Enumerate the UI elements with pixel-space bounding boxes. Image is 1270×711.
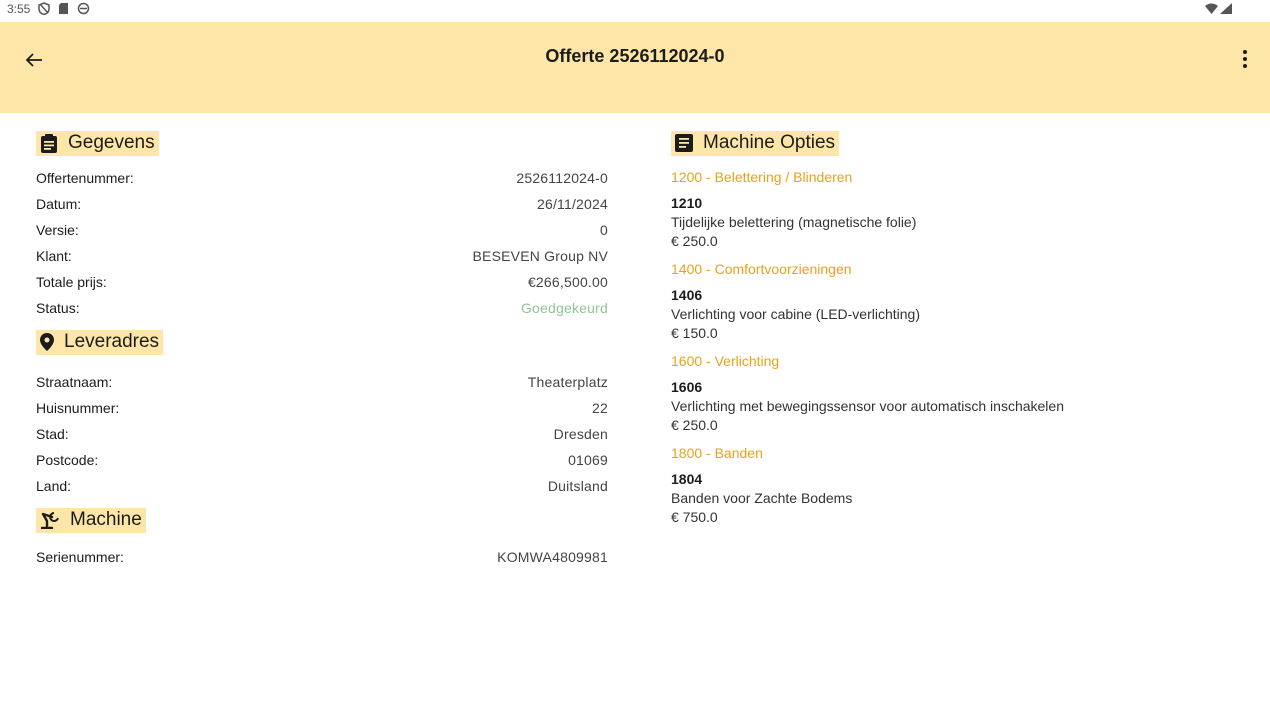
page-title: Offerte 2526112024-0 (545, 46, 725, 66)
field-label: Klant: (36, 247, 72, 264)
status-value: Goedgekeurd (520, 299, 608, 316)
option-group: 1600 - Verlichting 1606 Verlichting met … (671, 353, 1251, 433)
field-value: Duitsland (547, 477, 608, 494)
option-group-title: 1400 - Comfortvoorzieningen (671, 261, 852, 277)
option-code: 1406 (671, 287, 703, 303)
field-label: Straatnaam: (36, 373, 113, 390)
location-pin-icon (40, 332, 54, 351)
field-value: 2526112024-0 (516, 169, 608, 186)
sd-card-icon (59, 3, 68, 14)
field-row: Postcode: 01069 (36, 447, 608, 473)
field-value: 01069 (568, 451, 608, 468)
option-price: € 250.0 (671, 417, 718, 433)
sync-icon (77, 2, 90, 15)
option-code: 1804 (671, 471, 703, 487)
field-row: Straatnaam: Theaterplatz (36, 369, 608, 395)
field-row: Versie: 0 (36, 217, 608, 243)
field-value: 26/11/2024 (536, 195, 608, 212)
field-value: BESEVEN Group NV (472, 247, 608, 264)
field-row: Klant: BESEVEN Group NV (36, 243, 608, 269)
gegevens-heading: Gegevens (36, 131, 159, 156)
leveradres-title: Leveradres (64, 330, 160, 352)
option-group: 1400 - Comfortvoorzieningen 1406 Verlich… (671, 261, 1251, 341)
option-group-title: 1200 - Belettering / Blinderen (671, 169, 853, 185)
field-label: Status: (36, 299, 80, 316)
field-value: KOMWA4809981 (497, 548, 608, 565)
signal-icon (1220, 3, 1232, 14)
machine-opties-heading: Machine Opties (671, 131, 840, 156)
option-description: Verlichting met bewegingssensor voor aut… (671, 398, 1064, 414)
option-price: € 750.0 (671, 509, 718, 525)
field-value: 0 (600, 221, 608, 238)
status-time: 3:55 (7, 2, 31, 16)
field-row: Serienummer: KOMWA4809981 (36, 544, 608, 570)
options-column: Machine Opties 1200 - Belettering / Blin… (671, 113, 1251, 649)
leveradres-section: Leveradres Straatnaam: Theaterplatz Huisn… (36, 329, 608, 499)
status-icons-left (38, 2, 90, 15)
status-icons-right (1205, 3, 1232, 14)
document-icon (675, 134, 693, 152)
gegevens-section: Gegevens Offertenummer: 2526112024-0 Datu… (36, 131, 608, 321)
status-bar: 3:55 (0, 0, 1270, 22)
machine-heading: Machine (36, 507, 146, 533)
field-label: Datum: (36, 195, 82, 212)
field-row: Land: Duitsland (36, 473, 608, 499)
field-label: Serienummer: (36, 548, 124, 565)
field-row: Offertenummer: 2526112024-0 (36, 165, 608, 191)
field-label: Land: (36, 477, 72, 494)
field-label: Postcode: (36, 451, 99, 468)
option-description: Tijdelijke belettering (magnetische foli… (671, 214, 917, 230)
gegevens-title: Gegevens (68, 132, 155, 153)
machine-section: Machine Serienummer: KOMWA4809981 (36, 507, 608, 570)
field-label: Stad: (36, 425, 69, 442)
clipboard-icon (41, 133, 57, 153)
machine-opties-section: Machine Opties 1200 - Belettering / Blin… (671, 131, 1251, 525)
field-label: Offertenummer: (36, 169, 134, 186)
option-description: Verlichting voor cabine (LED-verlichting… (671, 306, 920, 322)
field-row: Datum: 26/11/2024 (36, 191, 608, 217)
app-bar: Offerte 2526112024-0 (0, 22, 1270, 113)
field-value: €266,500.00 (527, 273, 608, 290)
field-row: Totale prijs: €266,500.00 (36, 269, 608, 295)
option-group-title: 1600 - Verlichting (671, 353, 780, 369)
option-group-title: 1800 - Banden (671, 445, 763, 461)
excavator-icon (40, 511, 59, 529)
field-label: Versie: (36, 221, 79, 238)
field-row: Status: Goedgekeurd (36, 295, 608, 321)
field-label: Totale prijs: (36, 273, 107, 290)
option-group: 1200 - Belettering / Blinderen 1210 Tijd… (671, 169, 1251, 249)
field-value: Dresden (553, 425, 608, 442)
machine-title: Machine (70, 508, 142, 530)
field-row: Stad: Dresden (36, 421, 608, 447)
field-value: 22 (592, 399, 608, 416)
more-vert-icon[interactable] (1233, 47, 1257, 71)
option-group: 1800 - Banden 1804 Banden voor Zachte Bo… (671, 445, 1251, 525)
leveradres-heading: Leveradres (36, 329, 164, 355)
shield-icon (38, 2, 50, 15)
option-price: € 250.0 (671, 233, 718, 249)
option-code: 1210 (671, 195, 703, 211)
option-code: 1606 (671, 379, 703, 395)
field-row: Huisnummer: 22 (36, 395, 608, 421)
field-value: Theaterplatz (527, 373, 608, 390)
option-description: Banden voor Zachte Bodems (671, 490, 853, 506)
machine-opties-title: Machine Opties (703, 132, 836, 153)
option-price: € 150.0 (671, 325, 718, 341)
details-column: Gegevens Offertenummer: 2526112024-0 Datu… (36, 113, 608, 649)
field-label: Huisnummer: (36, 399, 120, 416)
wifi-icon (1205, 3, 1218, 14)
